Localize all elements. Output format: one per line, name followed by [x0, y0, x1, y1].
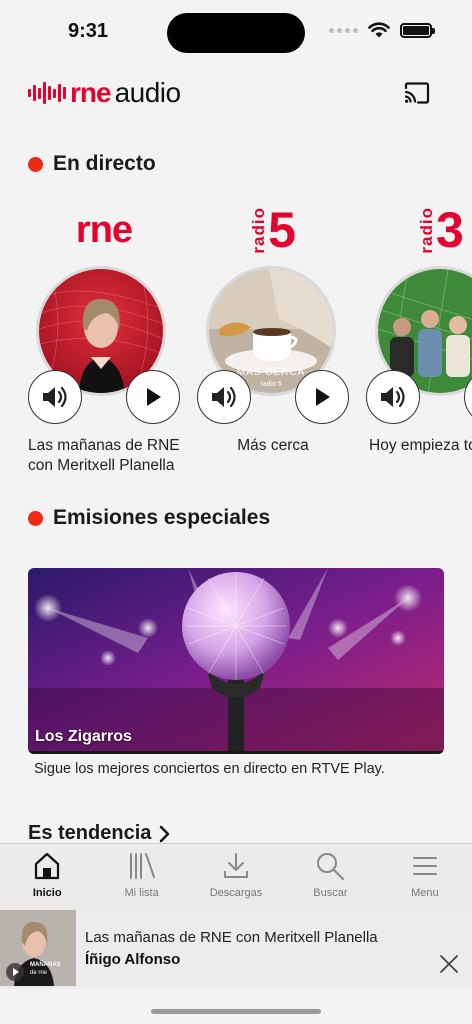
close-button[interactable] — [438, 953, 460, 975]
special-broadcast-card[interactable]: Los Zigarros — [28, 568, 444, 754]
play-icon — [147, 388, 161, 406]
mini-player-thumbnail[interactable]: MAÑANAS de rne — [0, 910, 76, 986]
special-section-title: Emisiones especiales — [28, 506, 270, 530]
live-dot-icon — [28, 510, 43, 526]
battery-icon — [400, 22, 435, 38]
trending-section-link[interactable]: Es tendencia — [28, 822, 171, 845]
download-icon — [224, 853, 249, 878]
app-header: rne audio — [28, 72, 432, 114]
chevron-right-icon — [160, 825, 170, 842]
play-button[interactable] — [295, 370, 349, 424]
logo-brand: rne — [70, 77, 112, 108]
tab-bar: Inicio Mi lista Descargas Buscar Menu — [0, 843, 472, 909]
live-carousel[interactable]: rne Las mañanas de RNE con Meritxell Pla… — [0, 200, 472, 490]
rne-audio-logo: rne audio — [28, 77, 181, 109]
volume-button[interactable] — [197, 370, 251, 424]
volume-button[interactable] — [366, 370, 420, 424]
live-card-label: Hoy empieza todo — [369, 437, 472, 454]
station-logo-radio3: radio 3 — [417, 202, 464, 258]
concert-image — [28, 568, 444, 754]
mini-thumb-subcaption: de rne — [30, 970, 48, 976]
wifi-icon — [368, 22, 390, 38]
live-dot-icon — [28, 156, 43, 172]
tab-menu[interactable]: Menu — [378, 844, 472, 909]
logo-product: audio — [114, 77, 182, 108]
live-card-label: Más cerca — [237, 437, 309, 454]
mini-player[interactable]: MAÑANAS de rne Las mañanas de RNE con Me… — [0, 909, 472, 989]
library-icon — [129, 853, 155, 879]
station-logo-rne: rne — [75, 208, 133, 251]
special-broadcast-name: Los Zigarros — [35, 728, 132, 745]
speaker-icon — [43, 386, 67, 408]
tab-descargas[interactable]: Descargas — [189, 844, 283, 909]
live-card-rne[interactable]: rne Las mañanas de RNE con Meritxell Pla… — [24, 200, 184, 474]
play-button[interactable] — [126, 370, 180, 424]
status-icons — [329, 22, 435, 38]
mini-player-subtitle: Íñigo Alfonso — [85, 951, 181, 968]
mini-thumb-caption: MAÑANAS — [30, 962, 61, 968]
speaker-icon — [212, 386, 236, 408]
dynamic-island — [167, 13, 305, 53]
tab-buscar[interactable]: Buscar — [283, 844, 377, 909]
status-time: 9:31 — [68, 20, 109, 42]
live-section-title: En directo — [28, 152, 156, 176]
cast-button[interactable] — [402, 78, 432, 108]
search-icon — [317, 853, 345, 880]
volume-button[interactable] — [28, 370, 82, 424]
logo-soundwave-icon — [28, 79, 66, 107]
home-indicator — [151, 1009, 321, 1014]
menu-icon — [412, 857, 437, 875]
play-icon — [316, 388, 330, 406]
tab-inicio[interactable]: Inicio — [0, 844, 94, 909]
mini-player-title: Las mañanas de RNE con Meritxell Planell… — [85, 929, 378, 946]
live-card-label: Las mañanas de RNE con Meritxell Planell… — [28, 437, 180, 474]
close-icon — [440, 955, 458, 973]
status-bar: 9:31 — [0, 0, 472, 62]
home-icon — [35, 852, 60, 880]
speaker-icon — [381, 386, 405, 408]
live-card-radio3[interactable]: radio 3 Hoy empieza todo — [362, 200, 472, 454]
tab-mi-lista[interactable]: Mi lista — [94, 844, 188, 909]
live-card-radio5[interactable]: radio 5 MÁS CERCA radio 5 Más cerca — [193, 200, 353, 454]
special-progress-bar — [28, 751, 444, 754]
special-broadcast-description: Sigue los mejores conciertos en directo … — [34, 761, 385, 777]
cast-icon — [404, 82, 430, 104]
station-logo-radio5: radio 5 — [249, 202, 296, 258]
cellular-signal-icon — [329, 27, 358, 33]
